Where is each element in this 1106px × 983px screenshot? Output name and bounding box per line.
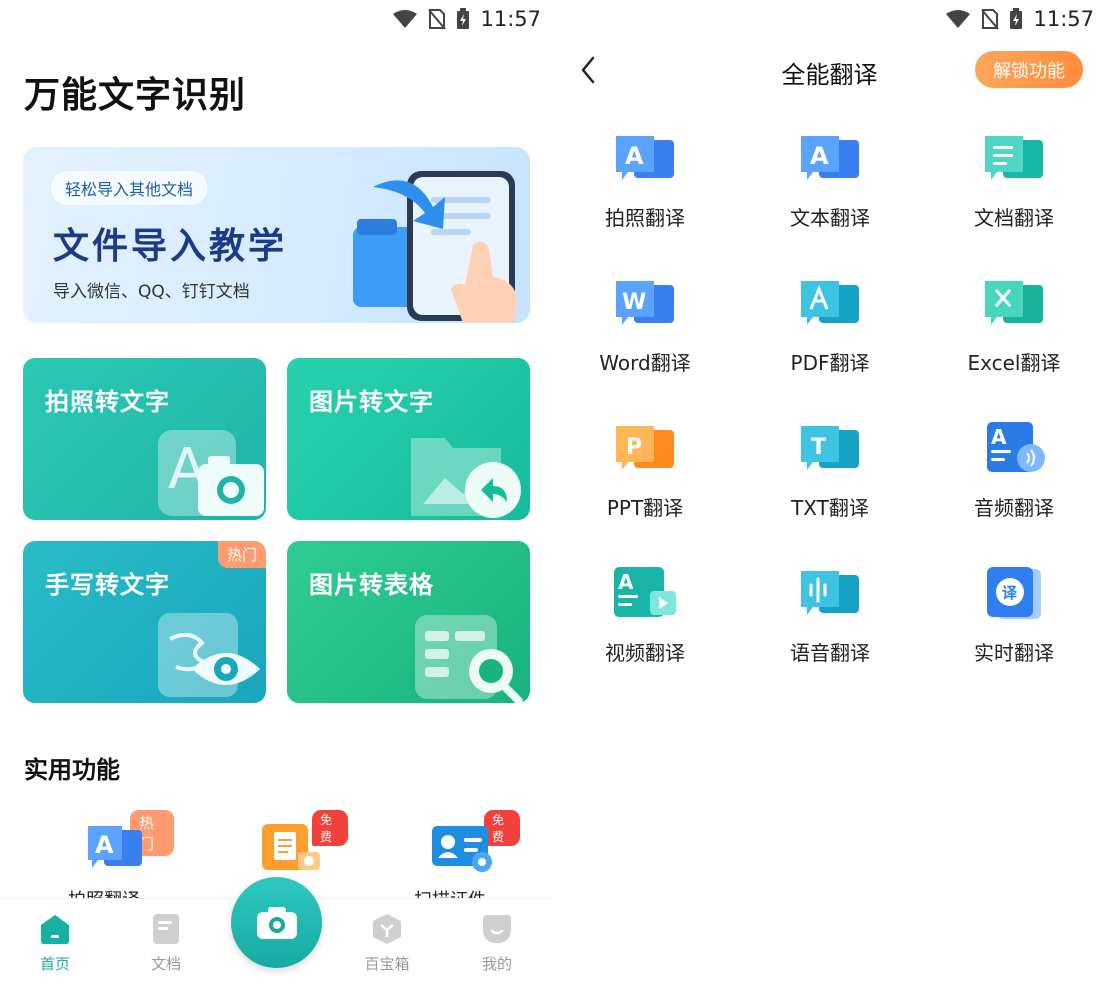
tool-id-scan[interactable]: 免费 扫描证件	[380, 810, 520, 900]
document-scan-icon	[262, 824, 320, 870]
excel-translate-icon	[985, 281, 1043, 325]
home-icon	[41, 915, 69, 944]
status-bar: 11:57	[945, 0, 1094, 38]
grid-ppt-translate[interactable]: P PPT翻译	[570, 420, 720, 540]
video-translate-icon: A	[614, 567, 676, 617]
realtime-translate-icon: 译	[987, 567, 1041, 619]
grid-label: 实时翻译	[974, 641, 1054, 665]
photo-text-icon: A	[158, 430, 264, 516]
tab-documents[interactable]: 文档	[131, 913, 201, 974]
camera-icon	[256, 906, 297, 939]
import-tutorial-banner[interactable]: 轻松导入其他文档 文件导入教学 导入微信、QQ、钉钉文档	[23, 147, 530, 323]
grid-excel-translate[interactable]: Excel翻译	[939, 275, 1089, 395]
tab-home[interactable]: 首页	[20, 913, 90, 974]
status-bar: 11:57	[392, 0, 541, 38]
app-title: 万能文字识别	[24, 75, 247, 116]
tab-label: 我的	[481, 955, 512, 973]
grid-pdf-translate[interactable]: PDF翻译	[755, 275, 905, 395]
card-label: 拍照转文字	[45, 388, 170, 416]
handwriting-to-text-card[interactable]: 手写转文字 热门	[23, 541, 266, 703]
profile-icon	[483, 915, 511, 943]
svg-text:W: W	[622, 290, 646, 315]
tab-label: 文档	[150, 955, 181, 973]
card-label: 图片转文字	[309, 388, 434, 416]
status-time: 11:57	[480, 7, 541, 31]
pdf-translate-icon	[801, 281, 859, 325]
home-screen: 11:57 万能文字识别 轻松导入其他文档 文件导入教学 导入微信、QQ、钉钉文…	[0, 0, 553, 983]
txt-translate-icon: T	[801, 426, 859, 470]
toolbox-icon	[373, 914, 401, 944]
grid-label: 拍照翻译	[605, 206, 685, 230]
grid-label: 语音翻译	[790, 641, 870, 665]
tab-label: 首页	[39, 955, 70, 973]
no-sim-icon	[428, 9, 447, 30]
battery-charging-icon	[457, 8, 470, 29]
svg-text:P: P	[626, 435, 642, 460]
grid-label: PPT翻译	[606, 496, 684, 520]
translate-screen: 11:57 全能翻译 解锁功能 A 拍照翻译 A 文本翻译 文档翻译 W Wor…	[553, 0, 1106, 983]
image-folder-icon	[411, 438, 521, 518]
tab-profile[interactable]: 我的	[462, 913, 532, 974]
svg-text:A: A	[618, 570, 634, 594]
grid-document-translate[interactable]: 文档翻译	[939, 130, 1089, 250]
grid-label: 文档翻译	[974, 206, 1054, 230]
grid-label: 视频翻译	[605, 641, 685, 665]
camera-capture-button[interactable]	[231, 877, 322, 968]
card-label: 图片转表格	[309, 571, 434, 599]
card-label: 手写转文字	[45, 571, 170, 599]
grid-label: TXT翻译	[791, 496, 869, 520]
banner-tag: 轻松导入其他文档	[51, 171, 208, 205]
tab-label: 百宝箱	[364, 955, 410, 973]
grid-txt-translate[interactable]: T TXT翻译	[755, 420, 905, 540]
id-card-scan-icon	[432, 826, 492, 872]
audio-translate-icon: A	[987, 422, 1045, 472]
grid-video-translate[interactable]: A 视频翻译	[570, 565, 720, 685]
banner-subtitle: 导入微信、QQ、钉钉文档	[53, 282, 250, 302]
battery-charging-icon	[1010, 8, 1023, 29]
tab-toolbox[interactable]: 百宝箱	[352, 913, 422, 974]
document-translate-icon	[985, 136, 1043, 180]
hot-badge: 热门	[217, 541, 266, 568]
grid-label: Excel翻译	[967, 351, 1061, 375]
banner-title: 文件导入教学	[53, 226, 288, 267]
wifi-icon	[393, 10, 418, 28]
unlock-features-button[interactable]: 解锁功能	[975, 51, 1083, 88]
photo-translate-icon: A	[616, 136, 674, 180]
table-search-icon	[415, 615, 523, 703]
document-icon	[153, 914, 179, 944]
status-time: 11:57	[1033, 7, 1094, 31]
phone-import-illustration-icon	[353, 171, 518, 323]
voice-translate-icon	[801, 571, 859, 615]
svg-text:A: A	[625, 142, 644, 170]
grid-label: Word翻译	[599, 351, 691, 375]
grid-word-translate[interactable]: W Word翻译	[570, 275, 720, 395]
grid-photo-translate[interactable]: A 拍照翻译	[570, 130, 720, 250]
grid-label: PDF翻译	[790, 351, 870, 375]
grid-text-translate[interactable]: A 文本翻译	[755, 130, 905, 250]
grid-voice-translate[interactable]: 语音翻译	[755, 565, 905, 685]
grid-realtime-translate[interactable]: 译 实时翻译	[939, 565, 1089, 685]
no-sim-icon	[981, 9, 1000, 30]
grid-label: 文本翻译	[790, 206, 870, 230]
svg-text:A: A	[810, 142, 829, 170]
photo-translate-icon: A	[88, 826, 142, 868]
image-to-text-card[interactable]: 图片转文字	[287, 358, 530, 520]
image-to-table-card[interactable]: 图片转表格	[287, 541, 530, 703]
wifi-icon	[946, 10, 971, 28]
section-title-tools: 实用功能	[24, 756, 120, 784]
word-translate-icon: W	[616, 281, 674, 325]
handwriting-eye-icon	[158, 613, 260, 697]
svg-text:A: A	[95, 831, 114, 859]
photo-to-text-card[interactable]: 拍照转文字 A	[23, 358, 266, 520]
grid-label: 音频翻译	[974, 496, 1054, 520]
svg-text:译: 译	[1002, 584, 1018, 602]
svg-text:A: A	[991, 425, 1007, 449]
text-translate-icon: A	[801, 136, 859, 180]
ppt-translate-icon: P	[616, 426, 674, 470]
svg-text:T: T	[811, 435, 826, 460]
grid-audio-translate[interactable]: A 音频翻译	[939, 420, 1089, 540]
tool-photo-translate[interactable]: 热门 A 拍照翻译	[34, 810, 174, 900]
